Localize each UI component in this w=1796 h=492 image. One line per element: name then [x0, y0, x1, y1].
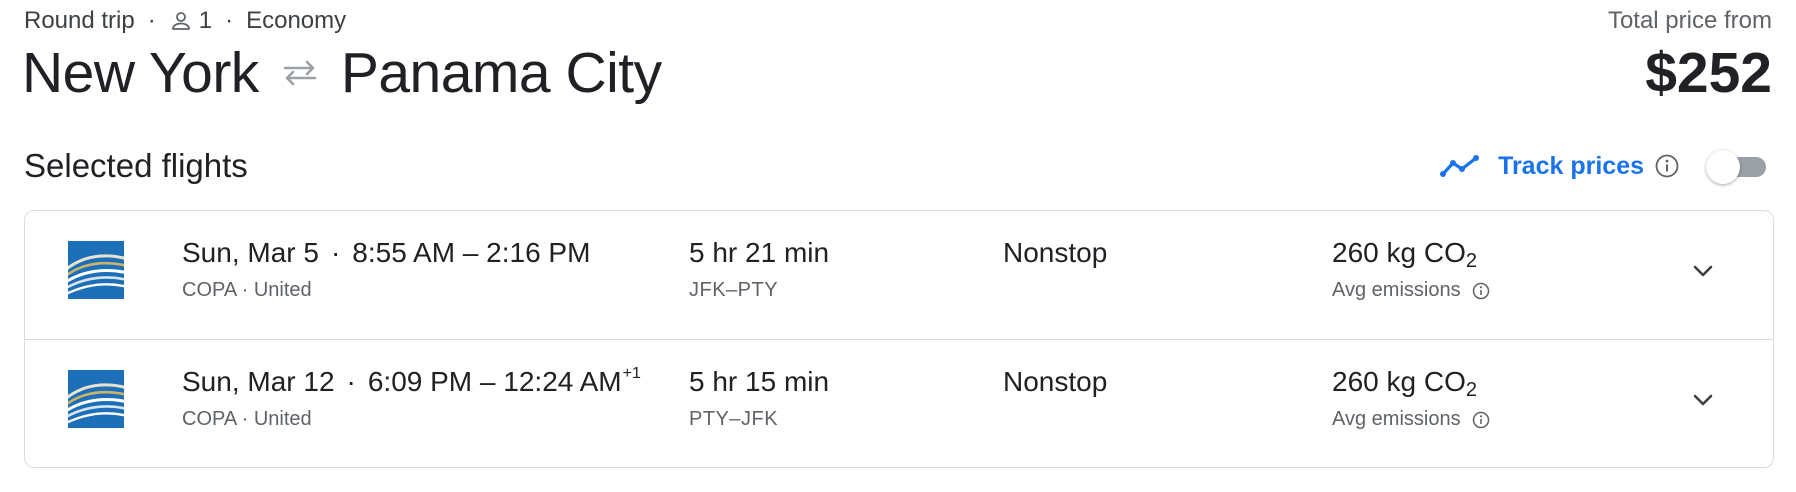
copa-airlines-logo	[63, 370, 129, 428]
depart-time: 6:09 PM	[367, 366, 473, 397]
time-dash: –	[472, 366, 504, 397]
cabin-class[interactable]: Economy	[246, 7, 346, 35]
flight-times: Sun, Mar 5 · 8:55 AM – 2:16 PM	[182, 237, 591, 269]
emissions-value: 260 kg CO2	[1332, 366, 1477, 402]
info-icon[interactable]	[1471, 281, 1491, 301]
destination-city: Panama City	[340, 41, 662, 105]
emissions-value: 260 kg CO2	[1332, 237, 1477, 273]
separator-dot: ·	[147, 7, 156, 34]
stops-info: Nonstop	[1003, 366, 1108, 397]
person-icon	[169, 9, 193, 33]
flight-date: Sun, Mar 5	[182, 237, 319, 268]
passenger-count[interactable]: 1	[199, 7, 212, 35]
separator-dot: ·	[346, 366, 356, 397]
arrive-time: 12:24 AM	[503, 366, 622, 397]
info-icon[interactable]	[1471, 410, 1491, 430]
emissions-label-text: Avg emissions	[1332, 408, 1461, 430]
flight-duration: 5 hr 21 min	[689, 237, 830, 268]
separator-dot: ·	[330, 237, 341, 268]
chevron-down-icon[interactable]	[1689, 257, 1717, 285]
stops-info: Nonstop	[1003, 237, 1108, 268]
track-prices: Track prices	[1440, 145, 1766, 187]
route-title: New York Panama City	[22, 38, 662, 108]
flight-row[interactable]: Sun, Mar 5 · 8:55 AM – 2:16 PM COPA · Un…	[25, 211, 1773, 339]
airport-codes: PTY–JFK	[689, 408, 779, 430]
airline-names: COPA · United	[182, 408, 312, 430]
trending-line-icon	[1440, 154, 1480, 178]
flight-duration: 5 hr 15 min	[689, 366, 830, 397]
emissions-subscript: 2	[1465, 250, 1477, 272]
emissions-text: 260 kg CO	[1332, 237, 1466, 268]
flight-row[interactable]: Sun, Mar 12 · 6:09 PM – 12:24 AM +1 COPA…	[25, 339, 1773, 467]
selected-flights-list: Sun, Mar 5 · 8:55 AM – 2:16 PM COPA · Un…	[24, 210, 1774, 468]
toggle-knob	[1706, 150, 1740, 184]
trip-type[interactable]: Round trip	[24, 7, 135, 35]
chevron-down-icon[interactable]	[1689, 386, 1717, 414]
trip-summary: Round trip · 1 · Economy	[24, 6, 346, 36]
separator-dot: ·	[225, 7, 234, 34]
flight-times: Sun, Mar 12 · 6:09 PM – 12:24 AM +1	[182, 366, 641, 398]
emissions-subscript: 2	[1465, 379, 1477, 401]
flight-date: Sun, Mar 12	[182, 366, 335, 397]
copa-airlines-logo	[63, 241, 129, 299]
info-icon[interactable]	[1654, 153, 1680, 179]
origin-city: New York	[22, 41, 259, 105]
emissions-label: Avg emissions	[1332, 279, 1491, 302]
emissions-text: 260 kg CO	[1332, 366, 1466, 397]
swap-arrows-icon	[279, 58, 321, 88]
arrive-time: 2:16 PM	[486, 237, 591, 268]
emissions-label: Avg emissions	[1332, 408, 1491, 431]
total-price: $252	[1645, 41, 1772, 105]
track-prices-label[interactable]: Track prices	[1498, 152, 1644, 181]
day-offset: +1	[622, 365, 641, 382]
airport-codes: JFK–PTY	[689, 279, 779, 301]
depart-time: 8:55 AM	[352, 237, 456, 268]
track-prices-toggle[interactable]	[1706, 150, 1766, 184]
section-title: Selected flights	[24, 147, 248, 184]
emissions-label-text: Avg emissions	[1332, 279, 1461, 301]
time-dash: –	[455, 237, 487, 268]
price-label: Total price from	[1607, 7, 1772, 34]
airline-names: COPA · United	[182, 279, 312, 301]
